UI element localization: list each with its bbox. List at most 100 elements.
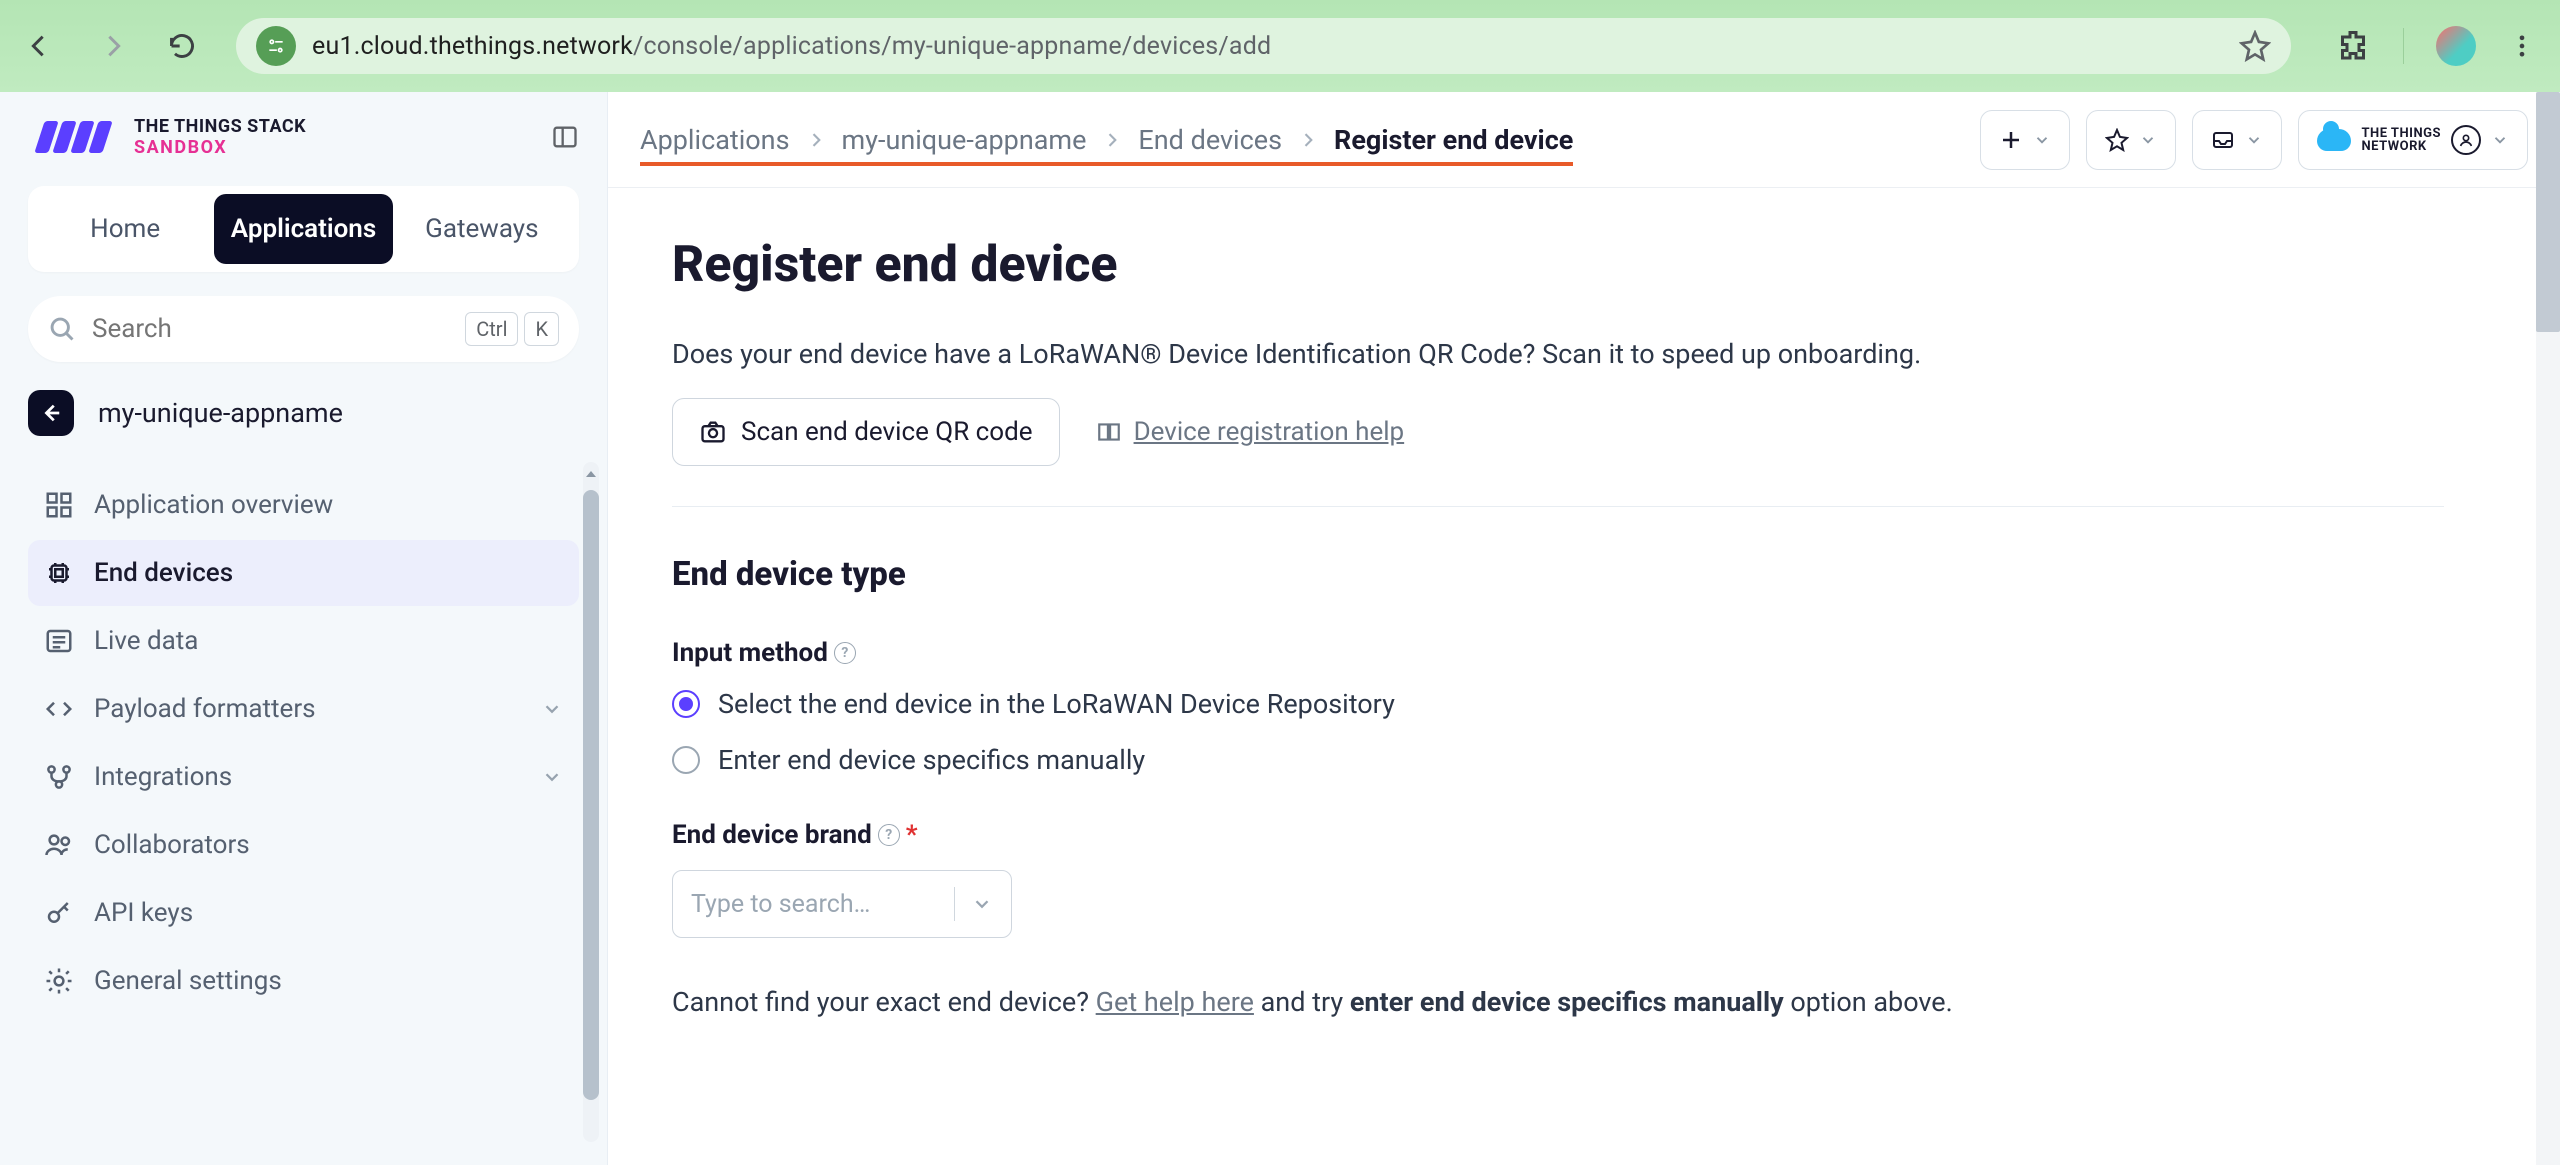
nav-integrations[interactable]: Integrations	[28, 744, 579, 810]
users-icon	[44, 830, 74, 860]
section-title: End device type	[672, 555, 2444, 594]
scrollbar-up-icon[interactable]	[585, 468, 597, 480]
main-scrollbar-thumb[interactable]	[2536, 92, 2560, 332]
key-icon	[44, 898, 74, 928]
forward-icon[interactable]	[100, 32, 128, 60]
nav-end-devices[interactable]: End devices	[28, 540, 579, 606]
chevron-right-icon	[806, 130, 826, 150]
tab-applications[interactable]: Applications	[214, 194, 392, 264]
brand-placeholder: Type to search…	[691, 890, 870, 919]
nav-general-settings[interactable]: General settings	[28, 948, 579, 1014]
app-context-row: my-unique-appname	[28, 390, 579, 436]
chrome-divider	[2403, 28, 2404, 64]
brand-help-text: Cannot find your exact end device? Get h…	[672, 986, 2444, 1018]
search-box[interactable]: Ctrl K	[28, 296, 579, 362]
search-shortcut: Ctrl K	[465, 312, 559, 346]
extensions-icon[interactable]	[2335, 28, 2371, 64]
input-method-radio-group: Select the end device in the LoRaWAN Dev…	[672, 688, 2444, 776]
network-account-button[interactable]: THE THINGSNETWORK	[2298, 110, 2528, 170]
search-input[interactable]	[92, 314, 449, 344]
chevron-down-icon	[971, 893, 993, 915]
back-to-apps-button[interactable]	[28, 390, 74, 436]
nav-tabs: Home Applications Gateways	[28, 186, 579, 272]
chevron-down-icon	[2245, 131, 2263, 149]
chevron-down-icon	[2139, 131, 2157, 149]
required-indicator: *	[906, 820, 918, 850]
network-label: THE THINGSNETWORK	[2361, 127, 2441, 153]
address-bar[interactable]: eu1.cloud.thethings.network/console/appl…	[236, 18, 2291, 74]
nav-label: Application overview	[94, 490, 333, 520]
nav-label: API keys	[94, 898, 193, 928]
page-title: Register end device	[672, 236, 2444, 294]
help-icon[interactable]: ?	[834, 642, 856, 664]
chevron-down-icon	[541, 698, 563, 720]
star-icon	[2105, 128, 2129, 152]
nav-label: Integrations	[94, 762, 232, 792]
breadcrumb: Applications my-unique-appname End devic…	[640, 124, 1573, 166]
sidebar-scrollbar-thumb[interactable]	[583, 490, 599, 1100]
nav-label: General settings	[94, 966, 282, 996]
nav-live-data[interactable]: Live data	[28, 608, 579, 674]
radio-device-repository[interactable]: Select the end device in the LoRaWAN Dev…	[672, 688, 2444, 720]
radio-label: Enter end device specifics manually	[718, 744, 1145, 776]
intro-text: Does your end device have a LoRaWAN® Dev…	[672, 338, 2444, 370]
radio-label: Select the end device in the LoRaWAN Dev…	[718, 688, 1395, 720]
crumb-applications[interactable]: Applications	[640, 124, 790, 156]
logo-text: THE THINGS STACK SANDBOX	[134, 116, 306, 158]
kebab-menu-icon[interactable]	[2508, 32, 2536, 60]
main-content: Applications my-unique-appname End devic…	[608, 92, 2560, 1165]
scan-qr-label: Scan end device QR code	[741, 417, 1033, 447]
nav-label: End devices	[94, 558, 233, 588]
nav-label: Collaborators	[94, 830, 250, 860]
site-settings-icon[interactable]	[256, 26, 296, 66]
profile-avatar[interactable]	[2436, 26, 2476, 66]
star-menu-button[interactable]	[2086, 110, 2176, 170]
input-method-label: Input method ?	[672, 638, 2444, 668]
radio-manual[interactable]: Enter end device specifics manually	[672, 744, 2444, 776]
grid-icon	[44, 490, 74, 520]
chevron-down-icon	[541, 766, 563, 788]
browser-chrome: eu1.cloud.thethings.network/console/appl…	[0, 0, 2560, 92]
section-divider	[672, 506, 2444, 507]
scan-qr-button[interactable]: Scan end device QR code	[672, 398, 1060, 466]
add-menu-button[interactable]	[1980, 110, 2070, 170]
nav-collaborators[interactable]: Collaborators	[28, 812, 579, 878]
branch-icon	[44, 762, 74, 792]
nav-payload-formatters[interactable]: Payload formatters	[28, 676, 579, 742]
nav-label: Payload formatters	[94, 694, 316, 724]
nav-application-overview[interactable]: Application overview	[28, 472, 579, 538]
brand-select[interactable]: Type to search…	[672, 870, 1012, 938]
panel-collapse-icon[interactable]	[551, 123, 579, 151]
sidebar: THE THINGS STACK SANDBOX Home Applicatio…	[0, 92, 608, 1165]
nav-api-keys[interactable]: API keys	[28, 880, 579, 946]
chevron-down-icon	[2033, 131, 2051, 149]
chevron-right-icon	[1298, 130, 1318, 150]
inbox-menu-button[interactable]	[2192, 110, 2282, 170]
help-icon[interactable]: ?	[878, 824, 900, 846]
cloud-icon	[2317, 129, 2351, 151]
tab-home[interactable]: Home	[36, 194, 214, 264]
book-icon	[1096, 419, 1122, 445]
plus-icon	[1999, 128, 2023, 152]
current-app-name[interactable]: my-unique-appname	[98, 397, 343, 429]
crumb-app[interactable]: my-unique-appname	[842, 124, 1087, 156]
topbar: Applications my-unique-appname End devic…	[608, 92, 2560, 188]
inbox-icon	[2211, 128, 2235, 152]
side-nav: Application overview End devices Live da…	[28, 472, 579, 1014]
arrow-left-icon	[40, 402, 62, 424]
user-icon	[2451, 125, 2481, 155]
tab-gateways[interactable]: Gateways	[393, 194, 571, 264]
back-icon[interactable]	[24, 32, 52, 60]
reload-icon[interactable]	[168, 32, 196, 60]
logo[interactable]: THE THINGS STACK SANDBOX	[28, 116, 579, 158]
logo-icon	[28, 117, 118, 157]
registration-help-link[interactable]: Device registration help	[1096, 417, 1405, 447]
chevron-right-icon	[1102, 130, 1122, 150]
get-help-link[interactable]: Get help here	[1096, 986, 1254, 1018]
crumb-current: Register end device	[1334, 124, 1573, 156]
search-icon	[48, 315, 76, 343]
code-icon	[44, 694, 74, 724]
crumb-end-devices[interactable]: End devices	[1138, 124, 1282, 156]
bookmark-star-icon[interactable]	[2239, 30, 2271, 62]
url-text: eu1.cloud.thethings.network/console/appl…	[312, 32, 1271, 61]
